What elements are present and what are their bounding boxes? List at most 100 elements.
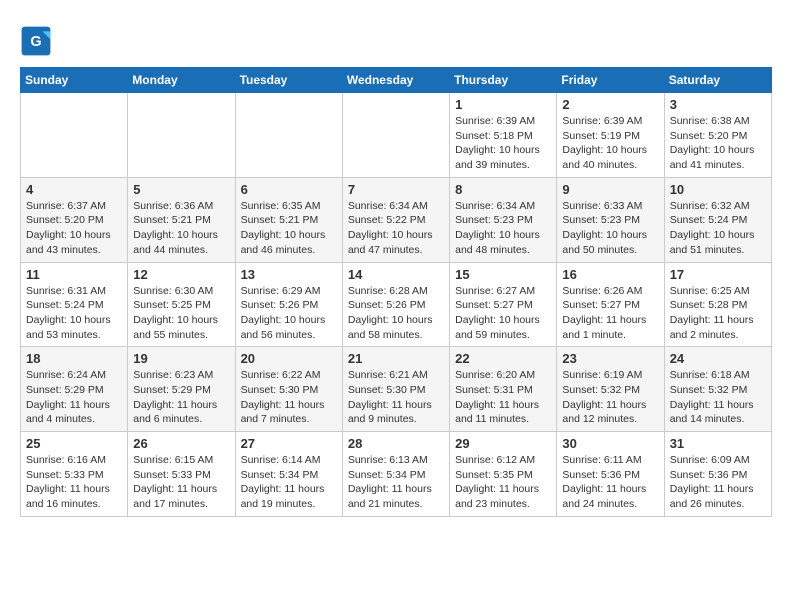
day-info: Sunrise: 6:39 AMSunset: 5:18 PMDaylight:… [455, 114, 551, 173]
day-number: 23 [562, 351, 658, 366]
logo: G [20, 25, 56, 57]
day-info: Sunrise: 6:15 AMSunset: 5:33 PMDaylight:… [133, 453, 229, 512]
header-cell-saturday: Saturday [664, 68, 771, 93]
week-row-5: 25 Sunrise: 6:16 AMSunset: 5:33 PMDayligh… [21, 432, 772, 517]
day-number: 11 [26, 267, 122, 282]
day-info: Sunrise: 6:34 AMSunset: 5:22 PMDaylight:… [348, 199, 444, 258]
day-number: 28 [348, 436, 444, 451]
day-number: 26 [133, 436, 229, 451]
calendar-table: SundayMondayTuesdayWednesdayThursdayFrid… [20, 67, 772, 517]
svg-text:G: G [30, 34, 41, 50]
day-number: 4 [26, 182, 122, 197]
day-info: Sunrise: 6:28 AMSunset: 5:26 PMDaylight:… [348, 284, 444, 343]
day-number: 24 [670, 351, 766, 366]
day-number: 10 [670, 182, 766, 197]
calendar-cell: 19 Sunrise: 6:23 AMSunset: 5:29 PMDayligh… [128, 347, 235, 432]
day-number: 15 [455, 267, 551, 282]
calendar-cell: 11 Sunrise: 6:31 AMSunset: 5:24 PMDayligh… [21, 262, 128, 347]
day-info: Sunrise: 6:37 AMSunset: 5:20 PMDaylight:… [26, 199, 122, 258]
day-number: 13 [241, 267, 337, 282]
calendar-cell: 27Sunrise: 6:14 AMSunset: 5:34 PMDayligh… [235, 432, 342, 517]
calendar-cell: 21 Sunrise: 6:21 AMSunset: 5:30 PMDayligh… [342, 347, 449, 432]
calendar-cell: 15 Sunrise: 6:27 AMSunset: 5:27 PMDayligh… [450, 262, 557, 347]
calendar-cell: 4 Sunrise: 6:37 AMSunset: 5:20 PMDaylight… [21, 177, 128, 262]
calendar-cell: 26 Sunrise: 6:15 AMSunset: 5:33 PMDayligh… [128, 432, 235, 517]
calendar-cell: 3Sunrise: 6:38 AMSunset: 5:20 PMDaylight… [664, 93, 771, 178]
calendar-cell: 23Sunrise: 6:19 AMSunset: 5:32 PMDayligh… [557, 347, 664, 432]
week-row-2: 4 Sunrise: 6:37 AMSunset: 5:20 PMDaylight… [21, 177, 772, 262]
day-number: 22 [455, 351, 551, 366]
day-info: Sunrise: 6:18 AMSunset: 5:32 PMDaylight:… [670, 368, 766, 427]
day-info: Sunrise: 6:32 AMSunset: 5:24 PMDaylight:… [670, 199, 766, 258]
day-number: 17 [670, 267, 766, 282]
day-info: Sunrise: 6:31 AMSunset: 5:24 PMDaylight:… [26, 284, 122, 343]
day-number: 16 [562, 267, 658, 282]
calendar-cell [235, 93, 342, 178]
calendar-header: SundayMondayTuesdayWednesdayThursdayFrid… [21, 68, 772, 93]
header-cell-thursday: Thursday [450, 68, 557, 93]
day-info: Sunrise: 6:33 AMSunset: 5:23 PMDaylight:… [562, 199, 658, 258]
day-info: Sunrise: 6:24 AMSunset: 5:29 PMDaylight:… [26, 368, 122, 427]
calendar-body: 1 Sunrise: 6:39 AMSunset: 5:18 PMDaylight… [21, 93, 772, 517]
calendar-cell: 18 Sunrise: 6:24 AMSunset: 5:29 PMDayligh… [21, 347, 128, 432]
calendar-cell: 12 Sunrise: 6:30 AMSunset: 5:25 PMDayligh… [128, 262, 235, 347]
day-number: 12 [133, 267, 229, 282]
calendar-cell [342, 93, 449, 178]
calendar-cell: 22Sunrise: 6:20 AMSunset: 5:31 PMDayligh… [450, 347, 557, 432]
calendar-cell: 2 Sunrise: 6:39 AMSunset: 5:19 PMDaylight… [557, 93, 664, 178]
day-info: Sunrise: 6:11 AMSunset: 5:36 PMDaylight:… [562, 453, 658, 512]
day-info: Sunrise: 6:09 AMSunset: 5:36 PMDaylight:… [670, 453, 766, 512]
calendar-cell: 30 Sunrise: 6:11 AMSunset: 5:36 PMDayligh… [557, 432, 664, 517]
calendar-cell [21, 93, 128, 178]
calendar-cell: 13 Sunrise: 6:29 AMSunset: 5:26 PMDayligh… [235, 262, 342, 347]
day-number: 21 [348, 351, 444, 366]
day-number: 7 [348, 182, 444, 197]
day-number: 30 [562, 436, 658, 451]
day-info: Sunrise: 6:36 AMSunset: 5:21 PMDaylight:… [133, 199, 229, 258]
calendar-cell: 20Sunrise: 6:22 AMSunset: 5:30 PMDayligh… [235, 347, 342, 432]
header-cell-sunday: Sunday [21, 68, 128, 93]
day-info: Sunrise: 6:25 AMSunset: 5:28 PMDaylight:… [670, 284, 766, 343]
day-info: Sunrise: 6:21 AMSunset: 5:30 PMDaylight:… [348, 368, 444, 427]
day-info: Sunrise: 6:23 AMSunset: 5:29 PMDaylight:… [133, 368, 229, 427]
day-info: Sunrise: 6:12 AMSunset: 5:35 PMDaylight:… [455, 453, 551, 512]
calendar-cell: 17 Sunrise: 6:25 AMSunset: 5:28 PMDayligh… [664, 262, 771, 347]
day-info: Sunrise: 6:29 AMSunset: 5:26 PMDaylight:… [241, 284, 337, 343]
day-info: Sunrise: 6:34 AMSunset: 5:23 PMDaylight:… [455, 199, 551, 258]
calendar-cell: 6Sunrise: 6:35 AMSunset: 5:21 PMDaylight… [235, 177, 342, 262]
header-cell-monday: Monday [128, 68, 235, 93]
day-number: 5 [133, 182, 229, 197]
calendar-cell: 8Sunrise: 6:34 AMSunset: 5:23 PMDaylight… [450, 177, 557, 262]
header-cell-wednesday: Wednesday [342, 68, 449, 93]
day-number: 27 [241, 436, 337, 451]
calendar-cell: 1 Sunrise: 6:39 AMSunset: 5:18 PMDaylight… [450, 93, 557, 178]
page-header: G [20, 20, 772, 57]
day-info: Sunrise: 6:39 AMSunset: 5:19 PMDaylight:… [562, 114, 658, 173]
day-number: 2 [562, 97, 658, 112]
day-info: Sunrise: 6:13 AMSunset: 5:34 PMDaylight:… [348, 453, 444, 512]
day-info: Sunrise: 6:22 AMSunset: 5:30 PMDaylight:… [241, 368, 337, 427]
header-cell-friday: Friday [557, 68, 664, 93]
calendar-cell [128, 93, 235, 178]
day-number: 1 [455, 97, 551, 112]
calendar-cell: 16 Sunrise: 6:26 AMSunset: 5:27 PMDayligh… [557, 262, 664, 347]
day-number: 31 [670, 436, 766, 451]
week-row-3: 11 Sunrise: 6:31 AMSunset: 5:24 PMDayligh… [21, 262, 772, 347]
day-info: Sunrise: 6:26 AMSunset: 5:27 PMDaylight:… [562, 284, 658, 343]
day-info: Sunrise: 6:30 AMSunset: 5:25 PMDaylight:… [133, 284, 229, 343]
day-number: 19 [133, 351, 229, 366]
day-info: Sunrise: 6:27 AMSunset: 5:27 PMDaylight:… [455, 284, 551, 343]
day-number: 18 [26, 351, 122, 366]
calendar-cell: 28 Sunrise: 6:13 AMSunset: 5:34 PMDayligh… [342, 432, 449, 517]
calendar-cell: 24 Sunrise: 6:18 AMSunset: 5:32 PMDayligh… [664, 347, 771, 432]
calendar-cell: 10 Sunrise: 6:32 AMSunset: 5:24 PMDayligh… [664, 177, 771, 262]
day-number: 6 [241, 182, 337, 197]
calendar-cell: 7 Sunrise: 6:34 AMSunset: 5:22 PMDaylight… [342, 177, 449, 262]
day-number: 25 [26, 436, 122, 451]
calendar-cell: 31 Sunrise: 6:09 AMSunset: 5:36 PMDayligh… [664, 432, 771, 517]
calendar-cell: 5 Sunrise: 6:36 AMSunset: 5:21 PMDaylight… [128, 177, 235, 262]
day-info: Sunrise: 6:16 AMSunset: 5:33 PMDaylight:… [26, 453, 122, 512]
day-number: 29 [455, 436, 551, 451]
day-number: 3 [670, 97, 766, 112]
week-row-1: 1 Sunrise: 6:39 AMSunset: 5:18 PMDaylight… [21, 93, 772, 178]
